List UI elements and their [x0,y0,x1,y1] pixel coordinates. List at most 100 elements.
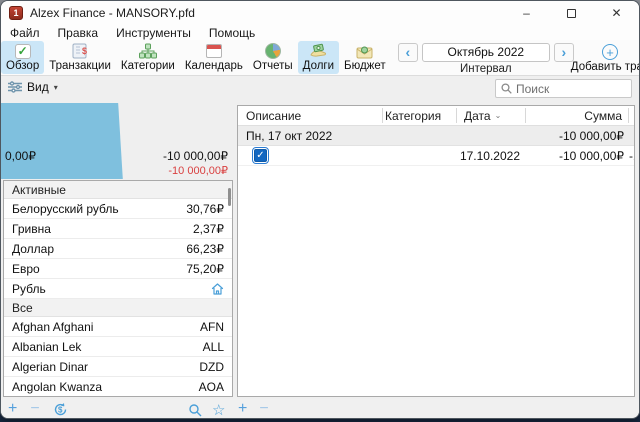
currency-row-all[interactable]: Albanian Lek ALL [4,337,232,357]
search-input[interactable] [516,82,626,96]
column-sum[interactable]: Сумма [584,109,622,123]
currency-row-eur[interactable]: Евро 75,20₽ [4,259,232,279]
money-hand-icon [309,43,327,59]
plus-icon: + [238,400,247,417]
transaction-row[interactable]: ✓ 17.10.2022 -10 000,00₽ -10 [238,146,634,166]
add-transaction-button[interactable]: + Добавить тран [581,40,639,75]
currency-name: Algerian Dinar [12,360,199,374]
currency-group-all[interactable]: Все [4,299,232,317]
transaction-checkbox[interactable]: ✓ [254,149,267,162]
minus-icon: − [259,400,268,417]
search-box [495,79,632,98]
toolbar-overview-button[interactable]: ✓ Обзор [1,41,44,74]
pie-chart-icon [265,43,281,59]
currency-panel: Активные Белорусский рубль 30,76₽ Гривна… [3,180,233,397]
transaction-total-clipped: -10 [629,149,635,163]
interval-prev-button[interactable]: ‹ [398,43,418,62]
currency-rate: 30,76₽ [186,202,224,216]
toolbar-calendar-label: Календарь [185,60,243,72]
favorites-button[interactable]: ☆ [212,401,225,419]
title-bar: 1 Alzex Finance - MANSORY.pfd – ✕ [1,1,639,25]
column-divider[interactable] [456,108,457,123]
svg-text:$: $ [58,405,63,414]
search-icon [501,83,512,94]
column-date[interactable]: Дата⌄ [464,109,501,123]
toolbar-debts-button[interactable]: Долги [298,41,339,74]
close-icon: ✕ [611,6,621,20]
menu-tools[interactable]: Инструменты [107,26,200,40]
currency-row-afn[interactable]: Afghan Afghani AFN [4,317,232,337]
currency-name: Евро [12,262,186,276]
currency-name: Белорусский рубль [12,202,186,216]
toolbar-calendar-button[interactable]: Календарь [180,41,248,74]
calendar-icon [206,43,222,59]
currency-group-active[interactable]: Активные [4,181,232,199]
toolbar-reports-button[interactable]: Отчеты [248,41,298,74]
currency-rate: 66,23₽ [186,242,224,256]
view-menu-button[interactable]: Вид ▾ [8,80,58,94]
column-description[interactable]: Описание [246,109,301,123]
currency-actions: + − $ [8,401,68,417]
currency-name: Доллар [12,242,186,256]
find-button[interactable] [189,404,202,417]
interval-value-field[interactable]: Октябрь 2022 [422,43,550,62]
add-circle-icon: + [602,44,618,60]
currency-scrollbar-thumb[interactable] [228,188,231,206]
menu-edit[interactable]: Правка [49,26,108,40]
column-divider[interactable] [525,108,526,123]
chevron-right-icon: › [561,45,566,59]
menu-file[interactable]: Файл [1,26,49,40]
column-divider[interactable] [628,108,629,123]
maximize-button[interactable] [549,1,594,25]
toolbar-overview-label: Обзор [6,60,39,72]
currency-name: Гривна [12,222,193,236]
toolbar-transactions-label: Транзакции [49,60,111,72]
currency-row-dzd[interactable]: Algerian Dinar DZD [4,357,232,377]
toolbar-budget-button[interactable]: Бюджет [339,41,391,74]
refresh-rates-icon: $ [53,402,68,417]
toolbar-transactions-button[interactable]: $ Транзакции [44,41,116,74]
menu-help[interactable]: Помощь [200,26,264,40]
plus-icon: + [8,400,17,417]
add-transaction-label: Добавить тран [571,61,640,73]
currency-row-rub[interactable]: Рубль [4,279,232,299]
minimize-button[interactable]: – [504,1,549,25]
main-toolbar: ✓ Обзор $ Транзакции Категории Календарь… [1,40,639,76]
minimize-icon: – [523,6,530,20]
toolbar-budget-label: Бюджет [344,60,386,72]
column-divider[interactable] [382,108,383,123]
currency-row-uah[interactable]: Гривна 2,37₽ [4,219,232,239]
currency-row-aoa[interactable]: Angolan Kwanza AOA [4,377,232,397]
update-rates-button[interactable]: $ [53,402,68,417]
currency-row-byn[interactable]: Белорусский рубль 30,76₽ [4,199,232,219]
chevron-left-icon: ‹ [405,45,410,59]
interval-next-button[interactable]: › [554,43,574,62]
remove-transaction-button[interactable]: − [259,401,268,417]
table-header: Описание Категория Дата⌄ Сумма [238,106,634,126]
balance-chart: 0,00₽ -10 000,00₽ -10 000,00₽ [1,101,233,179]
overview-checkbox-icon: ✓ [15,43,31,59]
currency-code: AOA [199,380,224,394]
maximize-icon [567,9,576,18]
toolbar-debts-label: Долги [303,60,334,72]
column-category[interactable]: Категория [385,109,441,123]
currency-row-usd[interactable]: Доллар 66,23₽ [4,239,232,259]
sliders-icon [8,81,22,93]
currency-rate: 75,20₽ [186,262,224,276]
add-transaction-small-button[interactable]: + [238,401,247,417]
date-group-amount: -10 000,00₽ [559,129,624,143]
sub-toolbar: Вид ▾ [1,77,639,101]
menu-bar: Файл Правка Инструменты Помощь [1,25,639,40]
window-controls: – ✕ [504,1,639,25]
remove-currency-button[interactable]: − [30,401,39,417]
app-window: 1 Alzex Finance - MANSORY.pfd – ✕ Файл П… [0,0,640,419]
date-group-row[interactable]: Пн, 17 окт 2022 -10 000,00₽ [238,126,634,146]
toolbar-categories-button[interactable]: Категории [116,41,180,74]
toolbar-reports-label: Отчеты [253,60,293,72]
view-menu-label: Вид [27,80,49,94]
add-currency-button[interactable]: + [8,401,17,417]
chevron-down-icon: ▾ [54,83,58,92]
close-button[interactable]: ✕ [594,1,639,25]
chart-start-value: 0,00₽ [5,149,36,163]
date-group-label: Пн, 17 окт 2022 [246,129,332,143]
